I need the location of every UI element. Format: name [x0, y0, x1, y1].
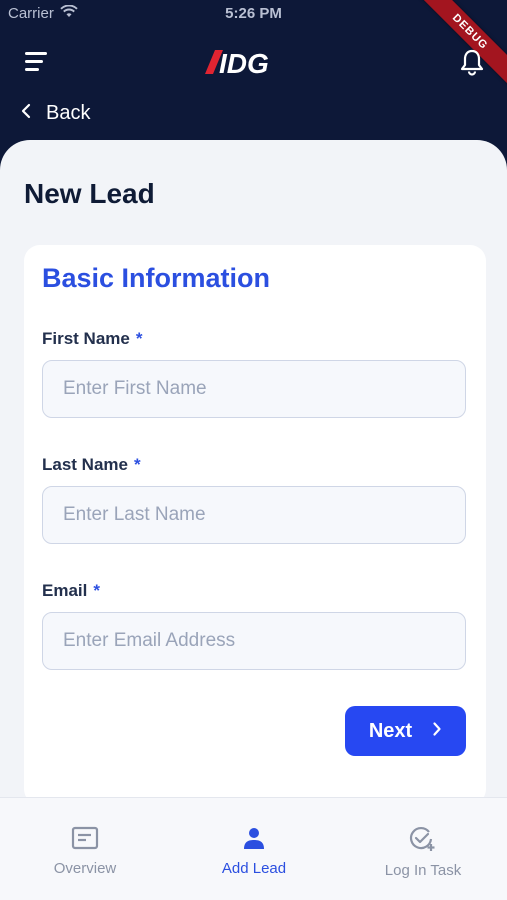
menu-button[interactable] [22, 48, 52, 76]
required-marker: * [135, 329, 143, 348]
app-screen: Carrier 5:26 PM DEBUG IDG Back New Lead … [0, 0, 507, 900]
email-label-text: Email [42, 581, 88, 600]
task-check-icon [409, 826, 437, 856]
chevron-left-icon [20, 102, 32, 125]
back-label: Back [46, 101, 91, 124]
hamburger-line [25, 68, 39, 71]
last-name-input[interactable] [42, 486, 466, 544]
hamburger-line [25, 60, 43, 63]
last-name-label-text: Last Name [42, 455, 128, 474]
notifications-button[interactable] [459, 48, 485, 76]
next-label: Next [368, 719, 413, 742]
bottom-navigation: Overview Add Lead Log In Task [0, 797, 507, 900]
hamburger-menu-icon [25, 52, 47, 55]
overview-icon [71, 826, 99, 854]
nav-item-log-in-task[interactable]: Log In Task [348, 826, 498, 879]
first-name-label: First Name * [42, 329, 143, 349]
back-button[interactable]: Back [20, 98, 90, 128]
bell-icon [459, 49, 485, 80]
first-name-label-text: First Name [42, 329, 130, 348]
content-sheet: New Lead Basic Information First Name * L… [0, 140, 507, 900]
nav-item-add-lead[interactable]: Add Lead [179, 826, 329, 877]
section-title: Basic Information [42, 263, 271, 293]
idg-logo: IDG [203, 47, 308, 79]
nav-label-log-in-task: Log In Task [384, 862, 462, 879]
required-marker: * [133, 455, 141, 474]
chevron-right-icon [432, 720, 442, 743]
required-marker: * [93, 581, 100, 600]
app-bar: IDG [0, 40, 507, 84]
first-name-input[interactable] [42, 360, 466, 418]
nav-label-overview: Overview [53, 860, 117, 877]
person-icon [242, 826, 266, 854]
page-title: New Lead [24, 178, 155, 209]
logo-text: IDG [219, 48, 269, 77]
basic-information-card: Basic Information First Name * Last Name *… [24, 245, 486, 805]
nav-label-add-lead: Add Lead [221, 860, 287, 877]
email-input[interactable] [42, 612, 466, 670]
last-name-label: Last Name * [42, 455, 141, 475]
next-button[interactable]: Next [345, 706, 466, 756]
nav-item-overview[interactable]: Overview [10, 826, 160, 877]
email-label: Email * [42, 581, 100, 601]
